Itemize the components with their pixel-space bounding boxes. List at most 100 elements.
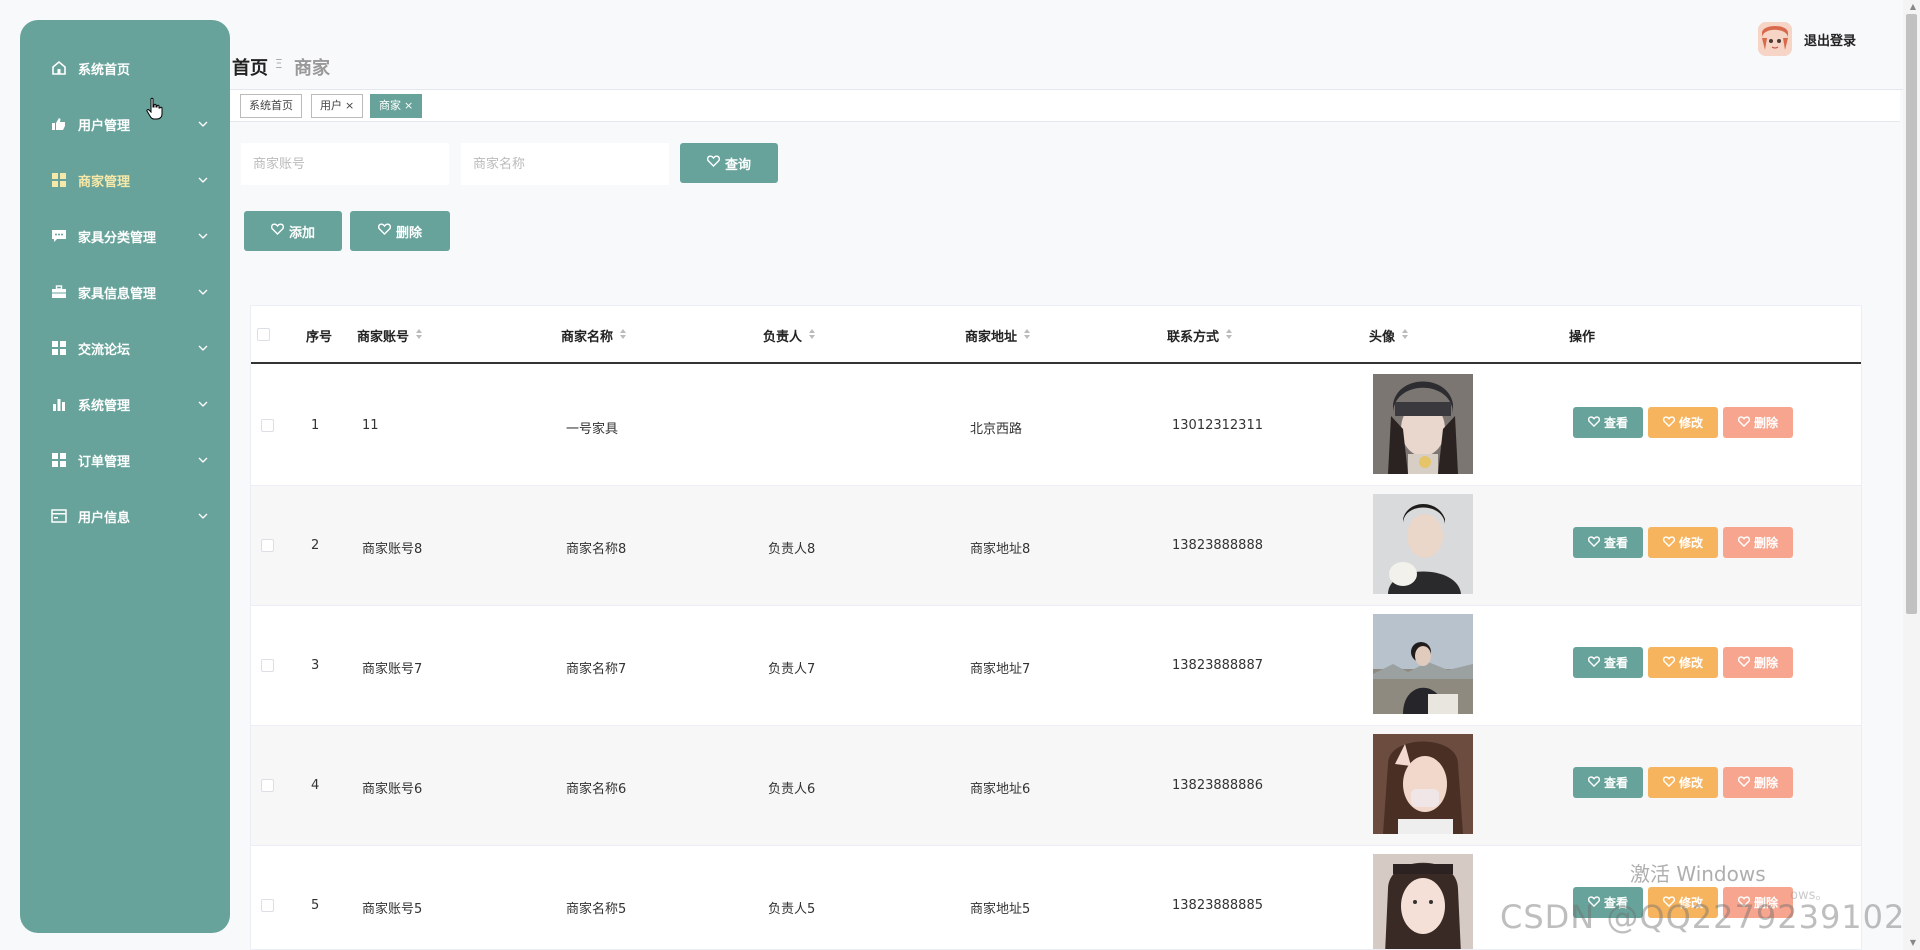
view-button[interactable]: 查看 [1573,647,1643,678]
select-all-checkbox[interactable] [257,328,270,341]
heart-icon [1737,415,1751,430]
heart-icon [377,223,392,239]
sort-icon[interactable] [1023,328,1031,344]
table-row: 3 商家账号7 商家名称7 负责人7 商家地址7 13823888887 查看 … [251,606,1861,726]
scrollbar-thumb[interactable] [1906,14,1917,614]
row-checkbox[interactable] [261,419,274,432]
cell-address: 商家地址8 [970,542,1031,557]
merchant-photo [1373,614,1473,714]
tag-label: 用户 [320,99,342,112]
chevron-down-icon [196,397,210,411]
tag-home[interactable]: 系统首页 [240,94,302,118]
column-header-name[interactable]: 商家名称 [561,326,627,345]
column-header-owner[interactable]: 负责人 [763,326,816,345]
chevron-down-icon [196,117,210,131]
merchant-photo [1373,494,1473,594]
logout-button[interactable]: 退出登录 [1804,30,1856,49]
sidebar-item-label: 家具分类管理 [78,230,157,246]
sidebar-item-home[interactable]: 系统首页 [20,40,230,96]
heart-icon [1587,535,1601,550]
cell-account: 商家账号7 [362,662,423,677]
edit-button[interactable]: 修改 [1648,647,1718,678]
tag-merchant[interactable]: 商家 × [370,94,423,118]
view-button[interactable]: 查看 [1573,767,1643,798]
row-checkbox[interactable] [261,899,274,912]
batch-delete-button[interactable]: 删除 [350,211,450,251]
sidebar-item-label: 系统首页 [78,62,131,78]
sort-icon[interactable] [619,328,627,344]
delete-button[interactable]: 删除 [1723,647,1793,678]
sidebar-item-order-management[interactable]: 订单管理 [20,432,230,488]
heart-icon [706,155,721,171]
cell-name: 商家名称7 [566,662,627,677]
row-checkbox[interactable] [261,659,274,672]
sidebar-item-user-management[interactable]: 用户管理 [20,96,230,152]
cell-phone: 13823888886 [1172,778,1263,793]
table-row: 4 商家账号6 商家名称6 负责人6 商家地址6 13823888886 查看 … [251,726,1861,846]
edit-button[interactable]: 修改 [1648,527,1718,558]
add-label: 添加 [288,225,315,241]
sidebar-item-forum[interactable]: 交流论坛 [20,320,230,376]
column-header-avatar[interactable]: 头像 [1369,326,1409,345]
scrollbar[interactable]: ▲ ▼ [1903,0,1920,950]
hand-cursor-icon [146,97,164,125]
chevron-down-icon [196,173,210,187]
cell-index: 5 [311,898,320,913]
close-icon[interactable]: × [404,95,413,117]
query-button[interactable]: 查询 [680,143,778,183]
merchant-account-input[interactable] [241,143,449,185]
heart-icon [1662,655,1676,670]
delete-button[interactable]: 删除 [1723,527,1793,558]
grid-icon [50,171,68,189]
table-row: 1 11 一号家具 北京西路 13012312311 查看 修改 删除 [251,366,1861,486]
merchant-photo [1373,734,1473,834]
home-icon [50,59,68,77]
sort-icon[interactable] [415,328,423,344]
view-button[interactable]: 查看 [1573,527,1643,558]
sidebar-item-furniture-info[interactable]: 家具信息管理 [20,264,230,320]
delete-button[interactable]: 删除 [1723,407,1793,438]
close-icon[interactable]: × [345,95,354,117]
edit-button[interactable]: 修改 [1648,407,1718,438]
row-checkbox[interactable] [261,539,274,552]
top-header: 首页 Ξ 商家 退出登录 [230,0,1920,90]
edit-button[interactable]: 修改 [1648,767,1718,798]
cell-name: 商家名称5 [566,902,627,917]
cell-phone: 13012312311 [1172,418,1263,433]
chevron-down-icon [196,229,210,243]
cell-owner: 负责人5 [768,902,816,917]
delete-button[interactable]: 删除 [1723,767,1793,798]
scroll-down-icon[interactable]: ▼ [1910,938,1916,947]
breadcrumb-home[interactable]: 首页 [232,54,268,80]
heart-icon [1587,775,1601,790]
sort-icon[interactable] [1401,328,1409,344]
sidebar-item-label: 交流论坛 [78,342,131,358]
column-header-phone[interactable]: 联系方式 [1167,326,1233,345]
tag-label: 商家 [379,99,401,112]
column-header-account[interactable]: 商家账号 [357,326,423,345]
scroll-up-icon[interactable]: ▲ [1910,2,1916,11]
table-header: 序号 商家账号 商家名称 负责人 商家地址 联系方式 头像 操作 [251,306,1861,364]
row-checkbox[interactable] [261,779,274,792]
chevron-down-icon [196,453,210,467]
sidebar-item-label: 订单管理 [78,454,131,470]
cell-name: 商家名称8 [566,542,627,557]
sidebar-item-user-info[interactable]: 用户信息 [20,488,230,544]
column-header-address[interactable]: 商家地址 [965,326,1031,345]
add-button[interactable]: 添加 [244,211,342,251]
briefcase-icon [50,283,68,301]
tag-user[interactable]: 用户 × [311,94,364,118]
sort-icon[interactable] [808,328,816,344]
view-button[interactable]: 查看 [1573,407,1643,438]
merchant-name-input[interactable] [461,143,669,185]
sidebar: 系统首页 用户管理 商家管理 家具分类管理 家具信息管理 交流论坛 系统管理 订… [20,20,230,933]
chevron-down-icon [196,341,210,355]
sidebar-item-merchant-management[interactable]: 商家管理 [20,152,230,208]
sort-icon[interactable] [1225,328,1233,344]
sidebar-item-system-management[interactable]: 系统管理 [20,376,230,432]
sidebar-item-furniture-category[interactable]: 家具分类管理 [20,208,230,264]
delete-label: 删除 [395,225,422,241]
cell-phone: 13823888888 [1172,538,1263,553]
cell-name: 商家名称6 [566,782,627,797]
chevron-down-icon [196,509,210,523]
